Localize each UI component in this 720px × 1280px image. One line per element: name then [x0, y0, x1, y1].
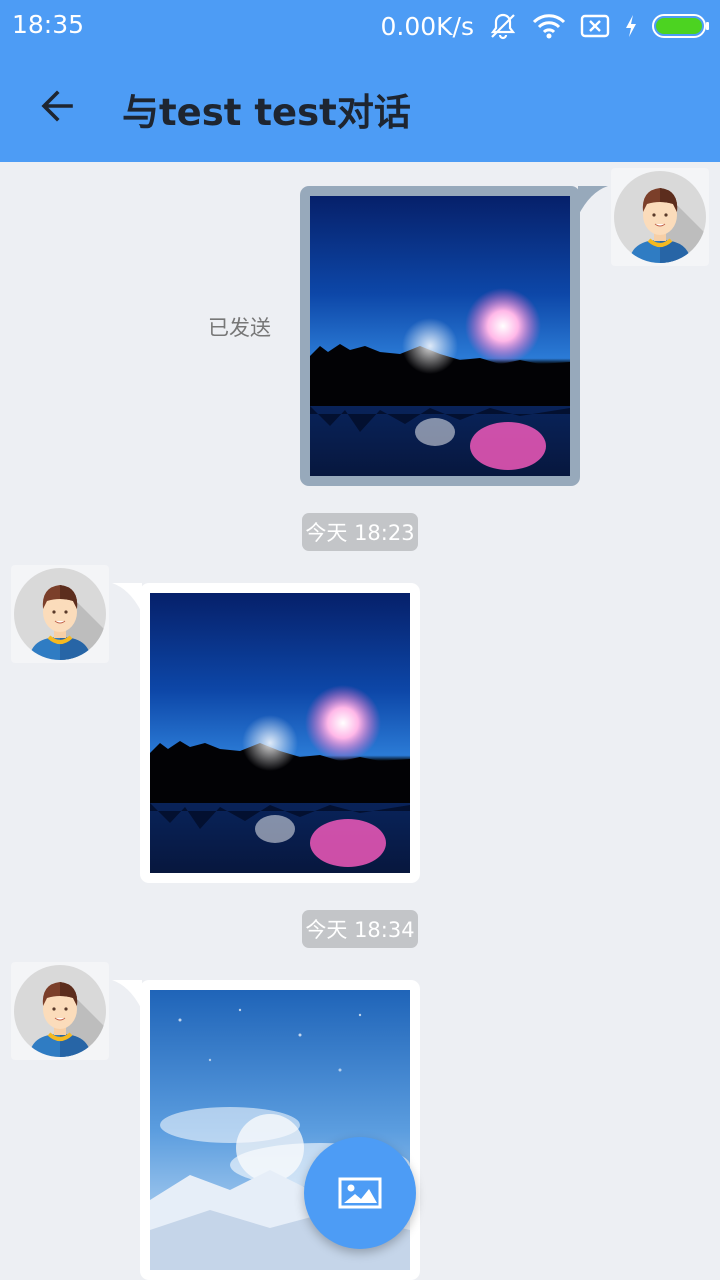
battery-icon — [652, 13, 710, 39]
page-title: 与test test对话 — [122, 91, 411, 134]
avatar[interactable] — [611, 168, 709, 266]
app-bar: 与test test对话 — [0, 52, 720, 162]
avatar[interactable] — [11, 565, 109, 663]
back-button[interactable] — [30, 79, 84, 133]
message-bubble-outgoing[interactable] — [300, 186, 608, 486]
message-image[interactable] — [150, 593, 410, 873]
user-avatar-icon — [14, 568, 106, 660]
image-icon — [338, 1177, 382, 1209]
status-icons: 0.00K/s — [380, 8, 710, 44]
charging-bolt-icon — [624, 14, 638, 38]
message-status: 已发送 — [208, 316, 271, 340]
muted-bell-icon — [488, 11, 518, 41]
timestamp-badge: 今天 18:34 — [302, 910, 418, 948]
timestamp-badge: 今天 18:23 — [302, 513, 418, 551]
sim-off-icon — [580, 13, 610, 39]
user-avatar-icon — [614, 171, 706, 263]
net-speed: 0.00K/s — [380, 11, 474, 41]
avatar[interactable] — [11, 962, 109, 1060]
status-bar: 18:35 0.00K/s — [0, 0, 720, 52]
send-image-button[interactable] — [304, 1137, 416, 1249]
wifi-icon — [532, 12, 566, 40]
top-bar: 18:35 0.00K/s 与test test对话 — [0, 0, 720, 162]
status-time: 18:35 — [12, 10, 85, 39]
user-avatar-icon — [14, 965, 106, 1057]
message-image[interactable] — [310, 196, 570, 476]
arrow-left-icon — [41, 90, 73, 122]
message-bubble-incoming[interactable] — [112, 583, 420, 883]
chat-message-list[interactable]: 已发送 今天 18:23 今天 18:34 — [0, 162, 720, 1280]
